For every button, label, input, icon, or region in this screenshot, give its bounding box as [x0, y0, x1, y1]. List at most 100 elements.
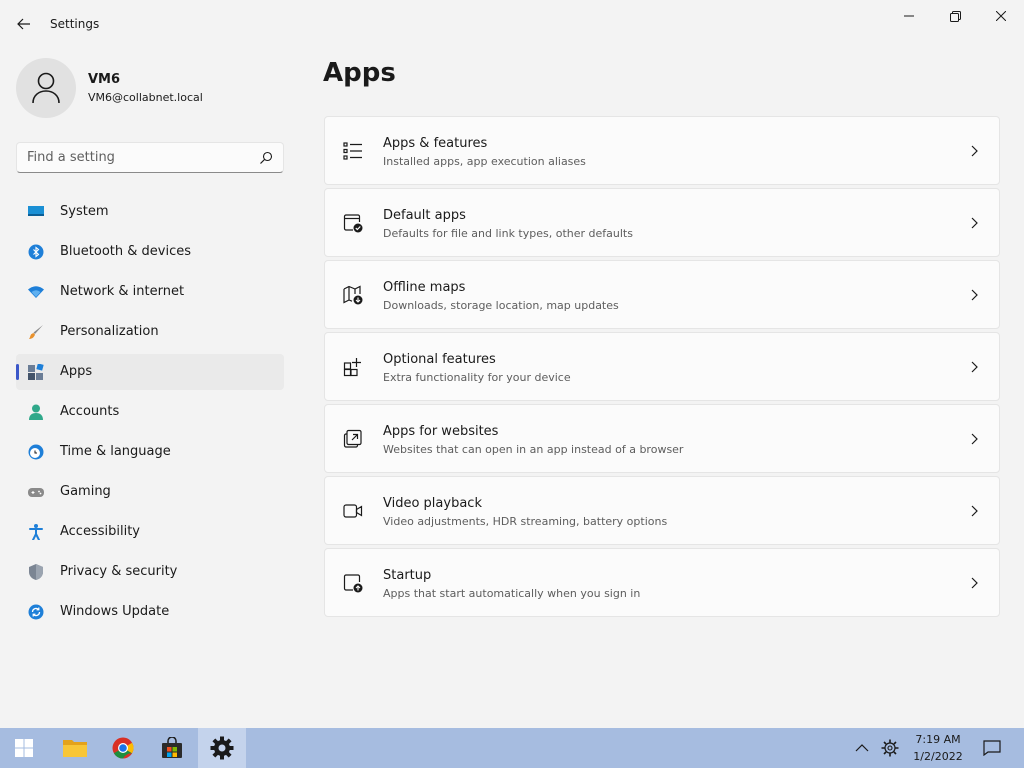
sidebar-item-bluetooth[interactable]: Bluetooth & devices [16, 234, 284, 270]
user-profile[interactable]: VM6 VM6@collabnet.local [16, 58, 286, 118]
accessibility-icon [29, 524, 43, 540]
person-icon [29, 404, 43, 420]
avatar [16, 58, 76, 118]
card-description: Video adjustments, HDR streaming, batter… [383, 515, 668, 528]
brush-icon [29, 325, 43, 339]
card-description: Apps that start automatically when you s… [383, 587, 641, 600]
sidebar-item-accounts[interactable]: Accounts [16, 394, 284, 430]
restore-button[interactable] [932, 0, 978, 32]
chevron-right-icon [971, 289, 978, 301]
card-offline-maps[interactable]: Offline maps Downloads, storage location… [324, 260, 1000, 329]
shield-icon [29, 564, 43, 580]
settings-cards: Apps & features Installed apps, app exec… [324, 116, 1000, 620]
profile-name: VM6 [88, 72, 121, 87]
minimize-button[interactable] [886, 0, 932, 32]
chevron-right-icon [971, 217, 978, 229]
gear-icon [881, 739, 899, 757]
card-title: Startup [383, 568, 432, 583]
card-title: Apps for websites [383, 424, 499, 439]
sidebar-item-personalization[interactable]: Personalization [16, 314, 284, 350]
card-title: Video playback [383, 496, 482, 511]
search-box[interactable] [16, 142, 284, 173]
sidebar-item-gaming[interactable]: Gaming [16, 474, 284, 510]
card-title: Apps & features [383, 136, 488, 151]
default-apps-icon [343, 214, 363, 233]
card-apps-features[interactable]: Apps & features Installed apps, app exec… [324, 116, 1000, 185]
card-optional-features[interactable]: Optional features Extra functionality fo… [324, 332, 1000, 401]
user-icon [32, 72, 60, 104]
search-icon[interactable] [259, 151, 273, 165]
startup-icon [343, 574, 363, 593]
sidebar-item-apps[interactable]: Apps [16, 354, 284, 390]
minimize-icon [904, 15, 914, 17]
sidebar-item-label: Time & language [60, 444, 171, 459]
card-title: Default apps [383, 208, 466, 223]
restore-icon [949, 10, 961, 22]
sidebar-nav: System Bluetooth & devices Network & int… [16, 194, 284, 634]
notification-icon [983, 740, 1001, 756]
sidebar-item-privacy-security[interactable]: Privacy & security [16, 554, 284, 590]
chrome-icon [112, 737, 134, 759]
sidebar-item-label: Gaming [60, 484, 111, 499]
taskbar: 7:19 AM 1/2/2022 [0, 728, 1024, 768]
show-hidden-icons-button[interactable] [852, 738, 872, 758]
tray-settings-button[interactable] [880, 738, 900, 758]
settings-taskbar-button[interactable] [198, 728, 246, 768]
sidebar-item-network[interactable]: Network & internet [16, 274, 284, 310]
chevron-right-icon [971, 433, 978, 445]
clock-globe-icon [28, 444, 44, 460]
notifications-button[interactable] [982, 738, 1002, 758]
back-button[interactable] [12, 12, 36, 36]
file-explorer-icon [63, 740, 87, 757]
sidebar-item-label: Network & internet [60, 284, 185, 299]
settings-icon [210, 736, 234, 760]
apps-icon [28, 364, 44, 380]
search-input[interactable] [27, 150, 247, 165]
chevron-right-icon [971, 505, 978, 517]
bluetooth-icon [28, 244, 44, 260]
sidebar-item-label: Privacy & security [60, 564, 178, 579]
card-description: Extra functionality for your device [383, 371, 571, 384]
start-button[interactable] [0, 728, 48, 768]
file-explorer-button[interactable] [51, 728, 99, 768]
taskbar-clock[interactable]: 7:19 AM 1/2/2022 [910, 731, 966, 765]
store-button[interactable] [148, 728, 196, 768]
chevron-up-icon [855, 744, 869, 752]
card-video-playback[interactable]: Video playback Video adjustments, HDR st… [324, 476, 1000, 545]
map-download-icon [343, 285, 363, 305]
sidebar-item-label: Accessibility [60, 524, 140, 539]
sidebar-item-time-language[interactable]: Time & language [16, 434, 284, 470]
open-external-icon [343, 429, 362, 448]
sidebar-item-system[interactable]: System [16, 194, 284, 230]
sidebar-item-label: Apps [60, 364, 93, 379]
card-description: Websites that can open in an app instead… [383, 443, 684, 456]
card-default-apps[interactable]: Default apps Defaults for file and link … [324, 188, 1000, 257]
list-icon [343, 142, 362, 160]
chevron-right-icon [971, 145, 978, 157]
close-icon [996, 11, 1006, 21]
sidebar-item-windows-update[interactable]: Windows Update [16, 594, 284, 630]
close-button[interactable] [978, 0, 1024, 32]
card-apps-for-websites[interactable]: Apps for websites Websites that can open… [324, 404, 1000, 473]
window-title: Settings [50, 17, 100, 31]
start-icon [15, 739, 33, 757]
chrome-button[interactable] [99, 728, 147, 768]
card-title: Offline maps [383, 280, 466, 295]
store-icon [162, 737, 182, 758]
title-bar: Settings [0, 0, 1024, 48]
sidebar-item-accessibility[interactable]: Accessibility [16, 514, 284, 550]
chevron-right-icon [971, 577, 978, 589]
back-arrow-icon [17, 18, 30, 30]
update-icon [28, 604, 44, 620]
card-startup[interactable]: Startup Apps that start automatically wh… [324, 548, 1000, 617]
video-icon [343, 504, 363, 518]
sidebar-item-label: Windows Update [60, 604, 170, 619]
clock-time: 7:19 AM [915, 733, 961, 746]
sidebar-item-label: Bluetooth & devices [60, 244, 191, 259]
sidebar-item-label: Accounts [60, 404, 120, 419]
wifi-icon [28, 286, 44, 298]
gamepad-icon [28, 488, 44, 497]
settings-window: Settings VM6 VM6@collabnet.local System … [0, 0, 1024, 728]
card-title: Optional features [383, 352, 496, 367]
sidebar-item-label: Personalization [60, 324, 159, 339]
